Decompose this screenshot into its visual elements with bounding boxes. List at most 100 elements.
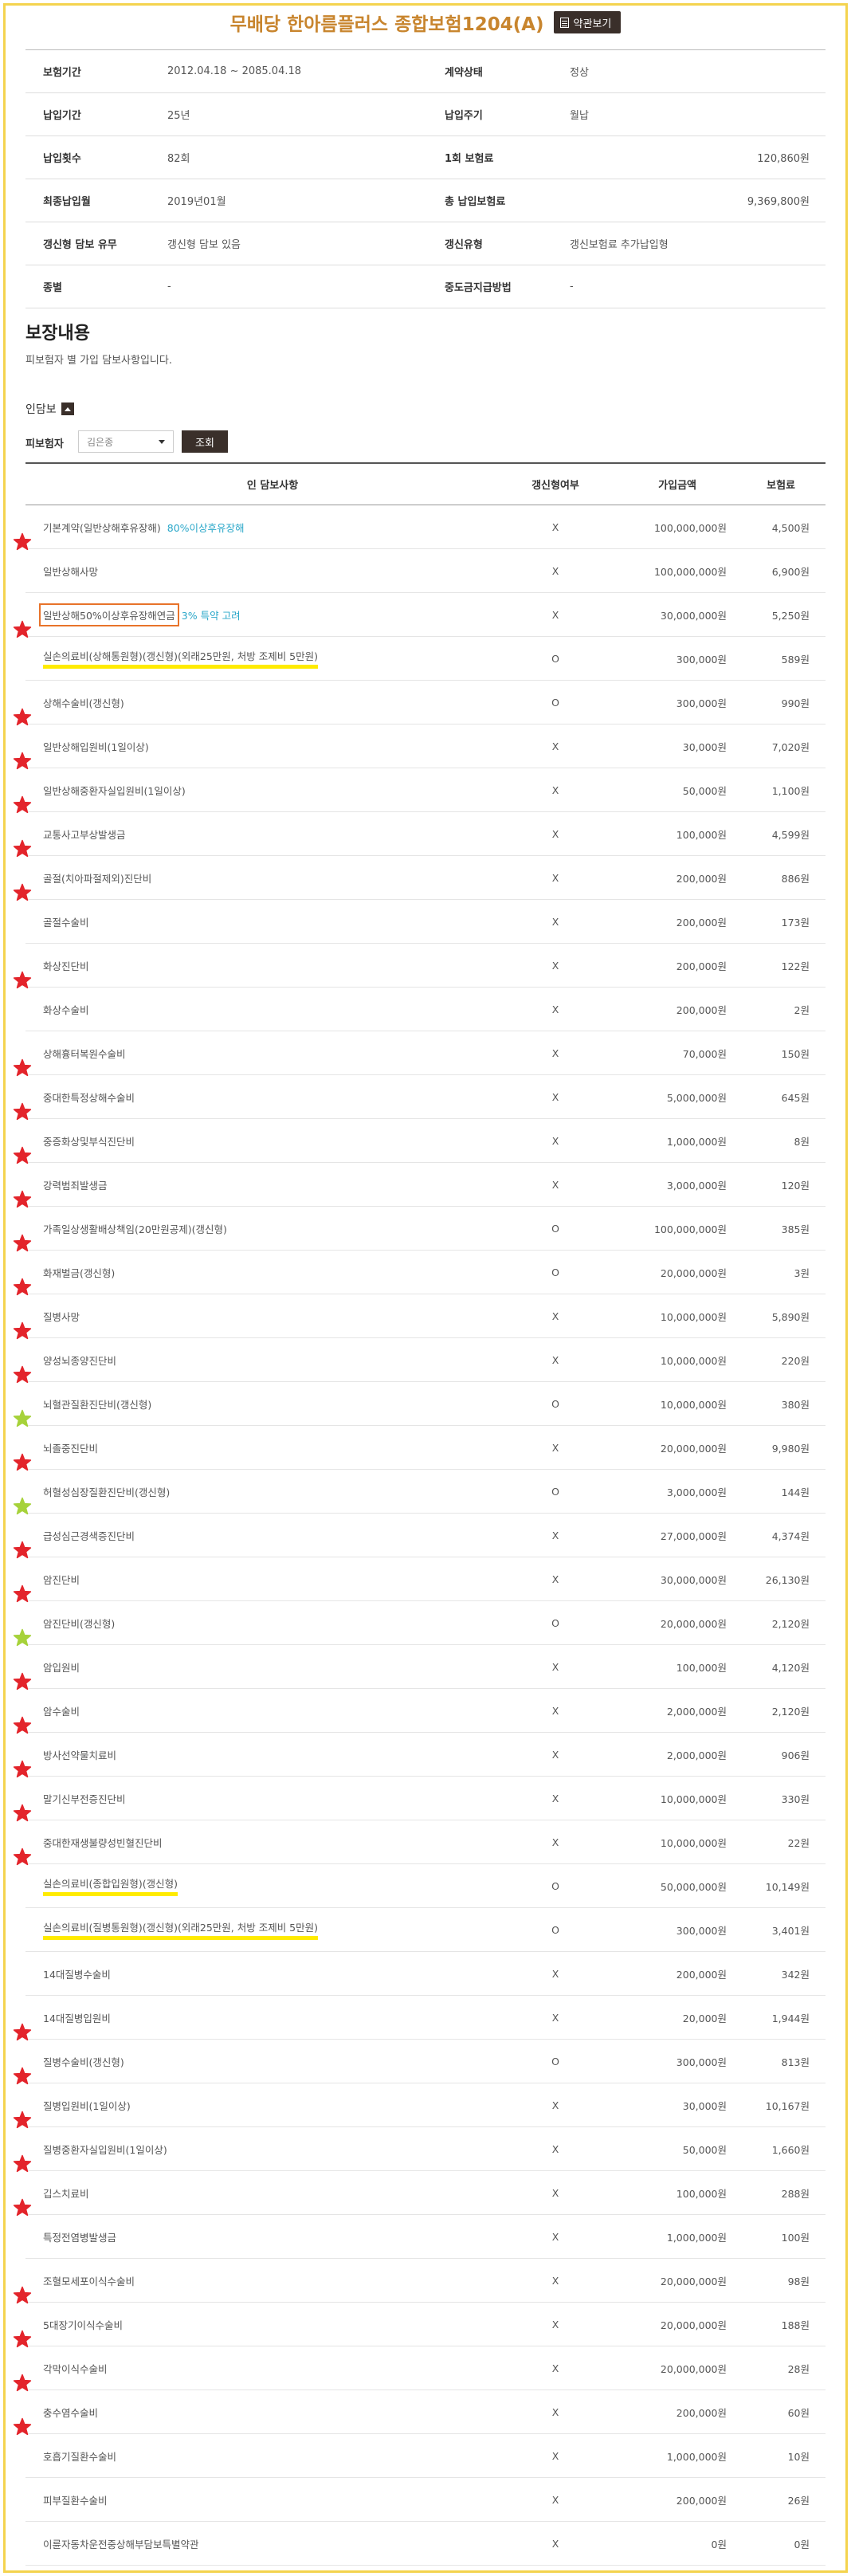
red-star-icon <box>13 1804 32 1821</box>
table-row: 질병수술비(갱신형) O 300,000원 813원 <box>13 2040 826 2084</box>
section-description: 피보험자 별 가입 담보사항입니다. <box>25 355 172 367</box>
premium-cell: 60원 <box>787 2406 810 2419</box>
renewal-cell: X <box>551 1836 559 1848</box>
coverage-name-cell: 암수술비 <box>13 1703 520 1734</box>
coverage-name: 충수염수술비 <box>43 2406 99 2419</box>
amount-cell: 1,000,000원 <box>666 2450 727 2463</box>
info-value: 월납 <box>570 110 589 122</box>
red-star-icon <box>13 1848 32 1865</box>
table-row: 충수염수술비 X 200,000원 60원 <box>13 2390 826 2435</box>
info-label: 총 납입보험료 <box>445 196 506 208</box>
coverage-name-cell: 질병수술비(갱신형) <box>13 2054 520 2084</box>
amount-cell: 2,000,000원 <box>666 1705 727 1718</box>
coverage-name-cell: 허혈성심장질환진단비(갱신형) <box>13 1484 520 1514</box>
info-value: - <box>570 281 574 293</box>
amount-cell: 100,000,000원 <box>653 1223 727 1235</box>
amount-cell: 30,000원 <box>682 740 727 753</box>
amount-cell: 50,000원 <box>682 2143 727 2156</box>
red-star-icon <box>13 1541 32 1558</box>
premium-cell: 589원 <box>781 653 810 666</box>
coverage-name: 화상수술비 <box>43 1003 89 1016</box>
coverage-name: 뇌졸중진단비 <box>43 1442 99 1455</box>
premium-cell: 10,149원 <box>765 1880 810 1893</box>
coverage-name: 14대질병수술비 <box>43 1968 111 1981</box>
table-row: 암수술비 X 2,000,000원 2,120원 <box>13 1689 826 1734</box>
renewal-cell: X <box>551 2405 559 2418</box>
renewal-cell: X <box>551 564 559 577</box>
table-row: 뇌졸중진단비 X 20,000,000원 9,980원 <box>13 1426 826 1471</box>
contract-info-table: 보험기간 2012.04.18 ~ 2085.04.18 계약상태 정상 납입기간 25년… <box>25 49 826 308</box>
table-row: 뇌혈관질환진단비(갱신형) O 10,000,000원 380원 <box>13 1382 826 1427</box>
coverage-name-cell: 일반상해중환자실입원비(1일이상) <box>13 783 520 813</box>
renewal-cell: X <box>551 1792 559 1804</box>
renewal-cell: O <box>551 2055 559 2067</box>
coverage-name: 급성심근경색증진단비 <box>43 1530 135 1542</box>
amount-cell: 200,000원 <box>676 2494 727 2507</box>
coverage-name: 피부질환수술비 <box>43 2494 108 2507</box>
table-row: 중대한재생불량성빈혈진단비 X 10,000,000원 22원 <box>13 1820 826 1865</box>
premium-cell: 10,167원 <box>765 2099 810 2112</box>
document-icon <box>559 17 569 28</box>
premium-cell: 990원 <box>781 697 810 709</box>
info-value: 2012.04.18 ~ 2085.04.18 <box>167 65 302 77</box>
table-row: 호흡기질환수술비 X 1,000,000원 10원 <box>25 2434 826 2478</box>
red-star-icon <box>13 795 32 813</box>
coverage-name-cell: 실손의료비(종합입원형)(갱신형) <box>25 1875 520 1896</box>
red-star-icon <box>13 1321 32 1339</box>
amount-cell: 2,000,000원 <box>666 1749 727 1761</box>
premium-cell: 288원 <box>781 2187 810 2200</box>
coverage-name: 가족일상생활배상책임(20만원공제)(갱신형) <box>43 1223 227 1235</box>
amount-cell: 30,000원 <box>682 2099 727 2112</box>
coverage-name: 특정전염병발생금 <box>43 2231 117 2244</box>
amount-cell: 20,000,000원 <box>660 2275 727 2287</box>
amount-cell: 100,000원 <box>676 2187 727 2200</box>
amount-cell: 300,000원 <box>676 1924 727 1937</box>
renewal-cell: X <box>551 2230 559 2243</box>
search-button[interactable]: 조회 <box>182 430 228 453</box>
coverage-name-cell: 질병사망 <box>13 1309 520 1339</box>
collapse-icon[interactable] <box>61 402 74 415</box>
person-coverage-toggle[interactable]: 인담보 <box>25 401 74 417</box>
table-row: 조혈모세포이식수술비 X 20,000,000원 98원 <box>13 2259 826 2303</box>
amount-cell: 70,000원 <box>682 1047 727 1060</box>
table-row: 피부질환수술비 X 200,000원 26원 <box>25 2478 826 2522</box>
renewal-cell: X <box>551 2537 559 2550</box>
info-label: 납입횟수 <box>43 153 81 165</box>
amount-cell: 50,000,000원 <box>660 1880 727 1893</box>
coverage-name: 암진단비 <box>43 1573 80 1586</box>
info-row: 납입기간 25년 납입주기 월납 <box>25 93 826 136</box>
renewal-cell: X <box>551 827 559 840</box>
coverage-name: 5대장기이식수술비 <box>43 2319 123 2331</box>
coverage-name: 조혈모세포이식수술비 <box>43 2275 135 2287</box>
premium-cell: 122원 <box>781 960 810 972</box>
chevron-down-icon <box>159 440 165 444</box>
table-row: 질병사망 X 10,000,000원 5,890원 <box>13 1294 826 1339</box>
green-star-icon <box>13 1628 32 1646</box>
terms-button[interactable]: 약관보기 <box>553 11 622 33</box>
coverage-name: 골절수술비 <box>43 916 89 929</box>
insured-select[interactable]: 김은종 <box>78 430 174 453</box>
red-star-icon <box>13 2023 32 2040</box>
amount-cell: 10,000,000원 <box>660 1310 727 1323</box>
table-row: 실손의료비(종합입원형)(갱신형) O 50,000,000원 10,149원 <box>25 1864 826 1908</box>
coverage-name-cell: 깁스치료비 <box>13 2185 520 2216</box>
amount-cell: 27,000,000원 <box>660 1530 727 1542</box>
renewal-cell: X <box>551 1046 559 1059</box>
red-star-icon <box>13 1058 32 1076</box>
renewal-cell: X <box>551 1573 559 1585</box>
coverage-name: 기본계약(일반상해후유장해) <box>43 521 161 534</box>
coverage-name-cell: 14대질병수술비 <box>25 1966 520 1981</box>
premium-cell: 4,599원 <box>771 828 810 841</box>
table-row: 실손의료비(질병통원형)(갱신형)(외래25만원, 처방 조제비 5만원) O 30… <box>25 1908 826 1952</box>
info-label: 납입주기 <box>445 110 483 122</box>
coverage-name-cell: 암진단비 <box>13 1572 520 1602</box>
premium-cell: 886원 <box>781 872 810 885</box>
amount-cell: 200,000원 <box>676 916 727 929</box>
table-row: 일반상해중환자실입원비(1일이상) X 50,000원 1,100원 <box>13 768 826 813</box>
amount-cell: 3,000,000원 <box>666 1179 727 1192</box>
coverage-name: 실손의료비(종합입원형)(갱신형) <box>43 1875 178 1896</box>
green-star-icon <box>13 1409 32 1427</box>
info-row: 최종납입월 2019년01월 총 납입보험료 9,369,800원 <box>25 179 826 222</box>
amount-cell: 20,000원 <box>682 2012 727 2024</box>
red-star-icon <box>13 1584 32 1602</box>
